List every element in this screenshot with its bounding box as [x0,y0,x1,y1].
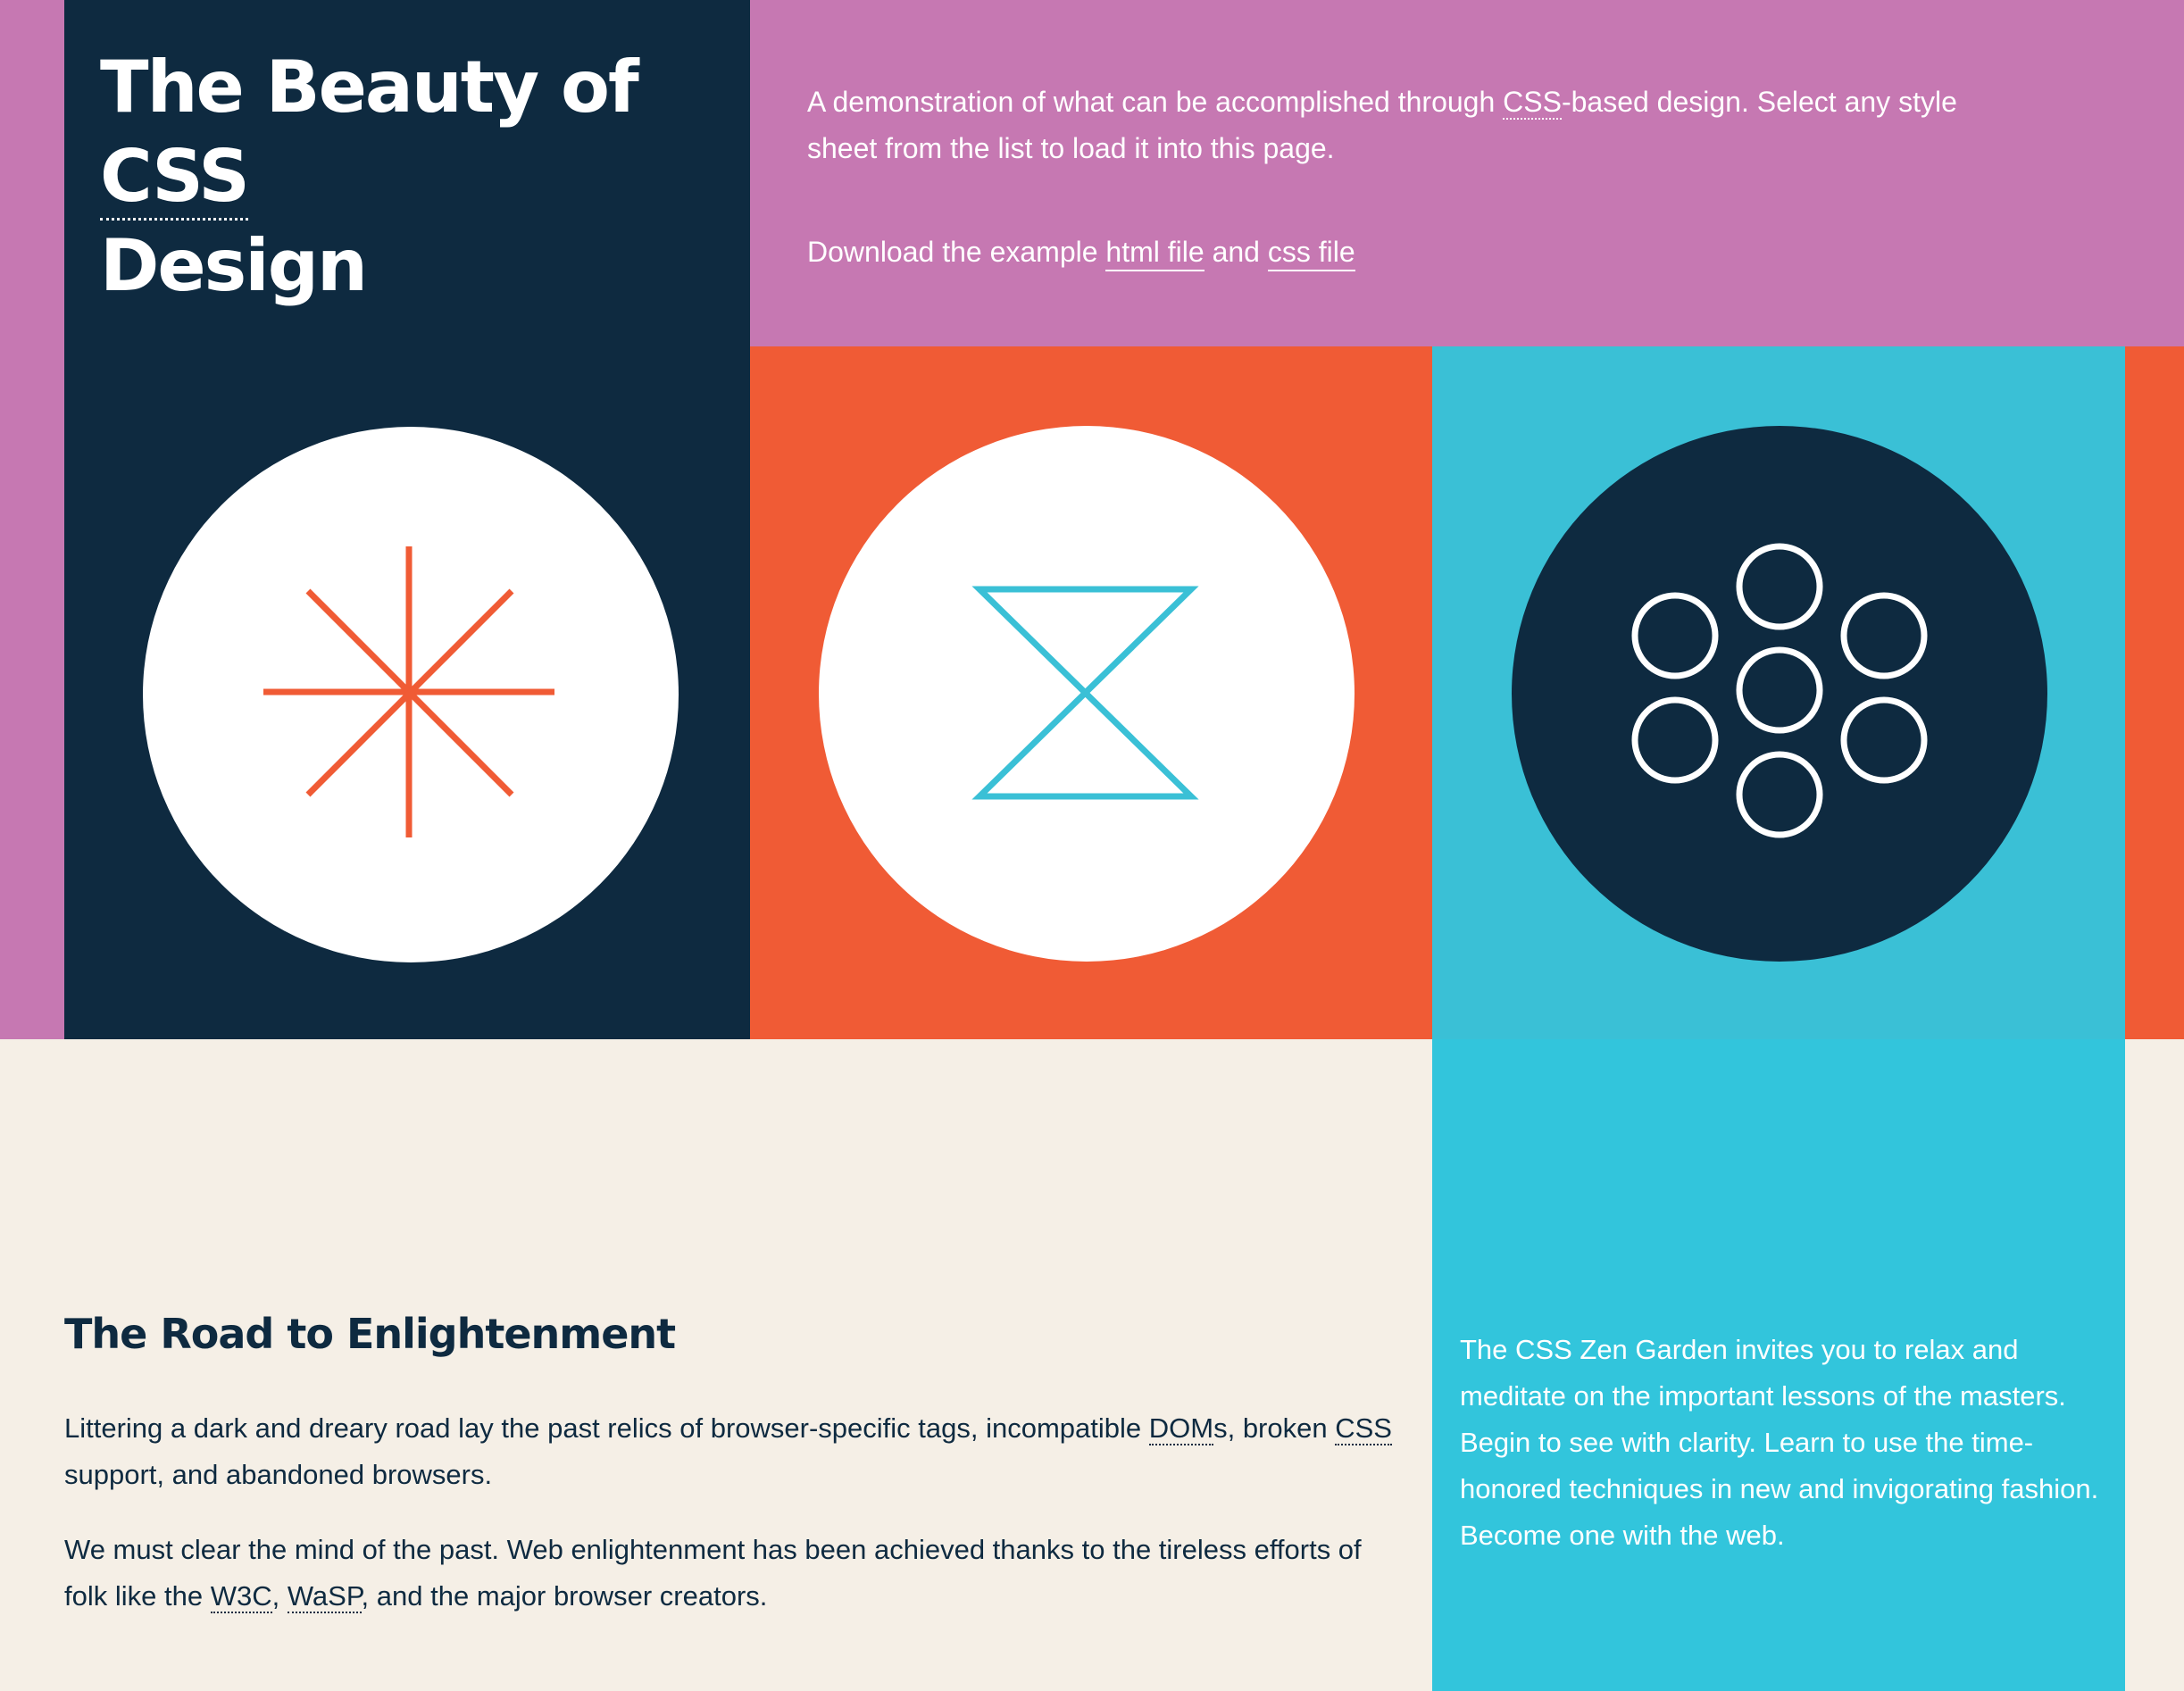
intro-css-abbr: CSS [1503,86,1562,120]
download-and: and [1204,236,1268,268]
right-orange-strip [2125,346,2184,1039]
hourglass-circle [819,426,1355,962]
intro-download: Download the example html file and css f… [807,229,1968,275]
seven-circles-icon [1631,543,1928,838]
html-file-link[interactable]: html file [1105,236,1205,271]
title-css-abbr: CSS [100,135,250,221]
intro-summary-before: A demonstration of what can be accomplis… [807,86,1504,118]
css-abbr: CSS [1335,1412,1392,1445]
page-title: The Beauty of CSS Design [100,43,725,311]
road-p2-after: , and the major browser creators. [361,1580,768,1612]
intro-panel [750,0,2184,346]
title-prefix: The Beauty of [100,46,639,129]
road-p1-mid: s, broken [1213,1412,1336,1444]
wasp-abbr: WaSP [287,1580,362,1613]
road-heading: The Road to Enlightenment [64,1310,676,1358]
road-paragraph-1: Littering a dark and dreary road lay the… [64,1405,1404,1498]
left-pink-strip [0,0,64,1039]
asterisk-circle [143,427,679,962]
road-p1-before: Littering a dark and dreary road lay the… [64,1412,1149,1444]
w3c-abbr: W3C [210,1580,272,1613]
zen-text: The CSS Zen Garden invites you to relax … [1460,1334,2099,1551]
road-p1-after: support, and abandoned browsers. [64,1459,493,1490]
hourglass-icon [971,586,1199,800]
intro-summary: A demonstration of what can be accomplis… [807,79,1968,171]
download-prefix: Download the example [807,236,1106,268]
road-paragraph-2: We must clear the mind of the past. Web … [64,1527,1404,1620]
dom-abbr: DOM [1148,1412,1214,1445]
title-suffix: Design [100,224,368,307]
asterisk-burst-icon [263,546,554,837]
css-file-link[interactable]: css file [1267,236,1355,271]
road-p2-comma: , [271,1580,288,1612]
seven-circles-disc [1512,426,2047,962]
